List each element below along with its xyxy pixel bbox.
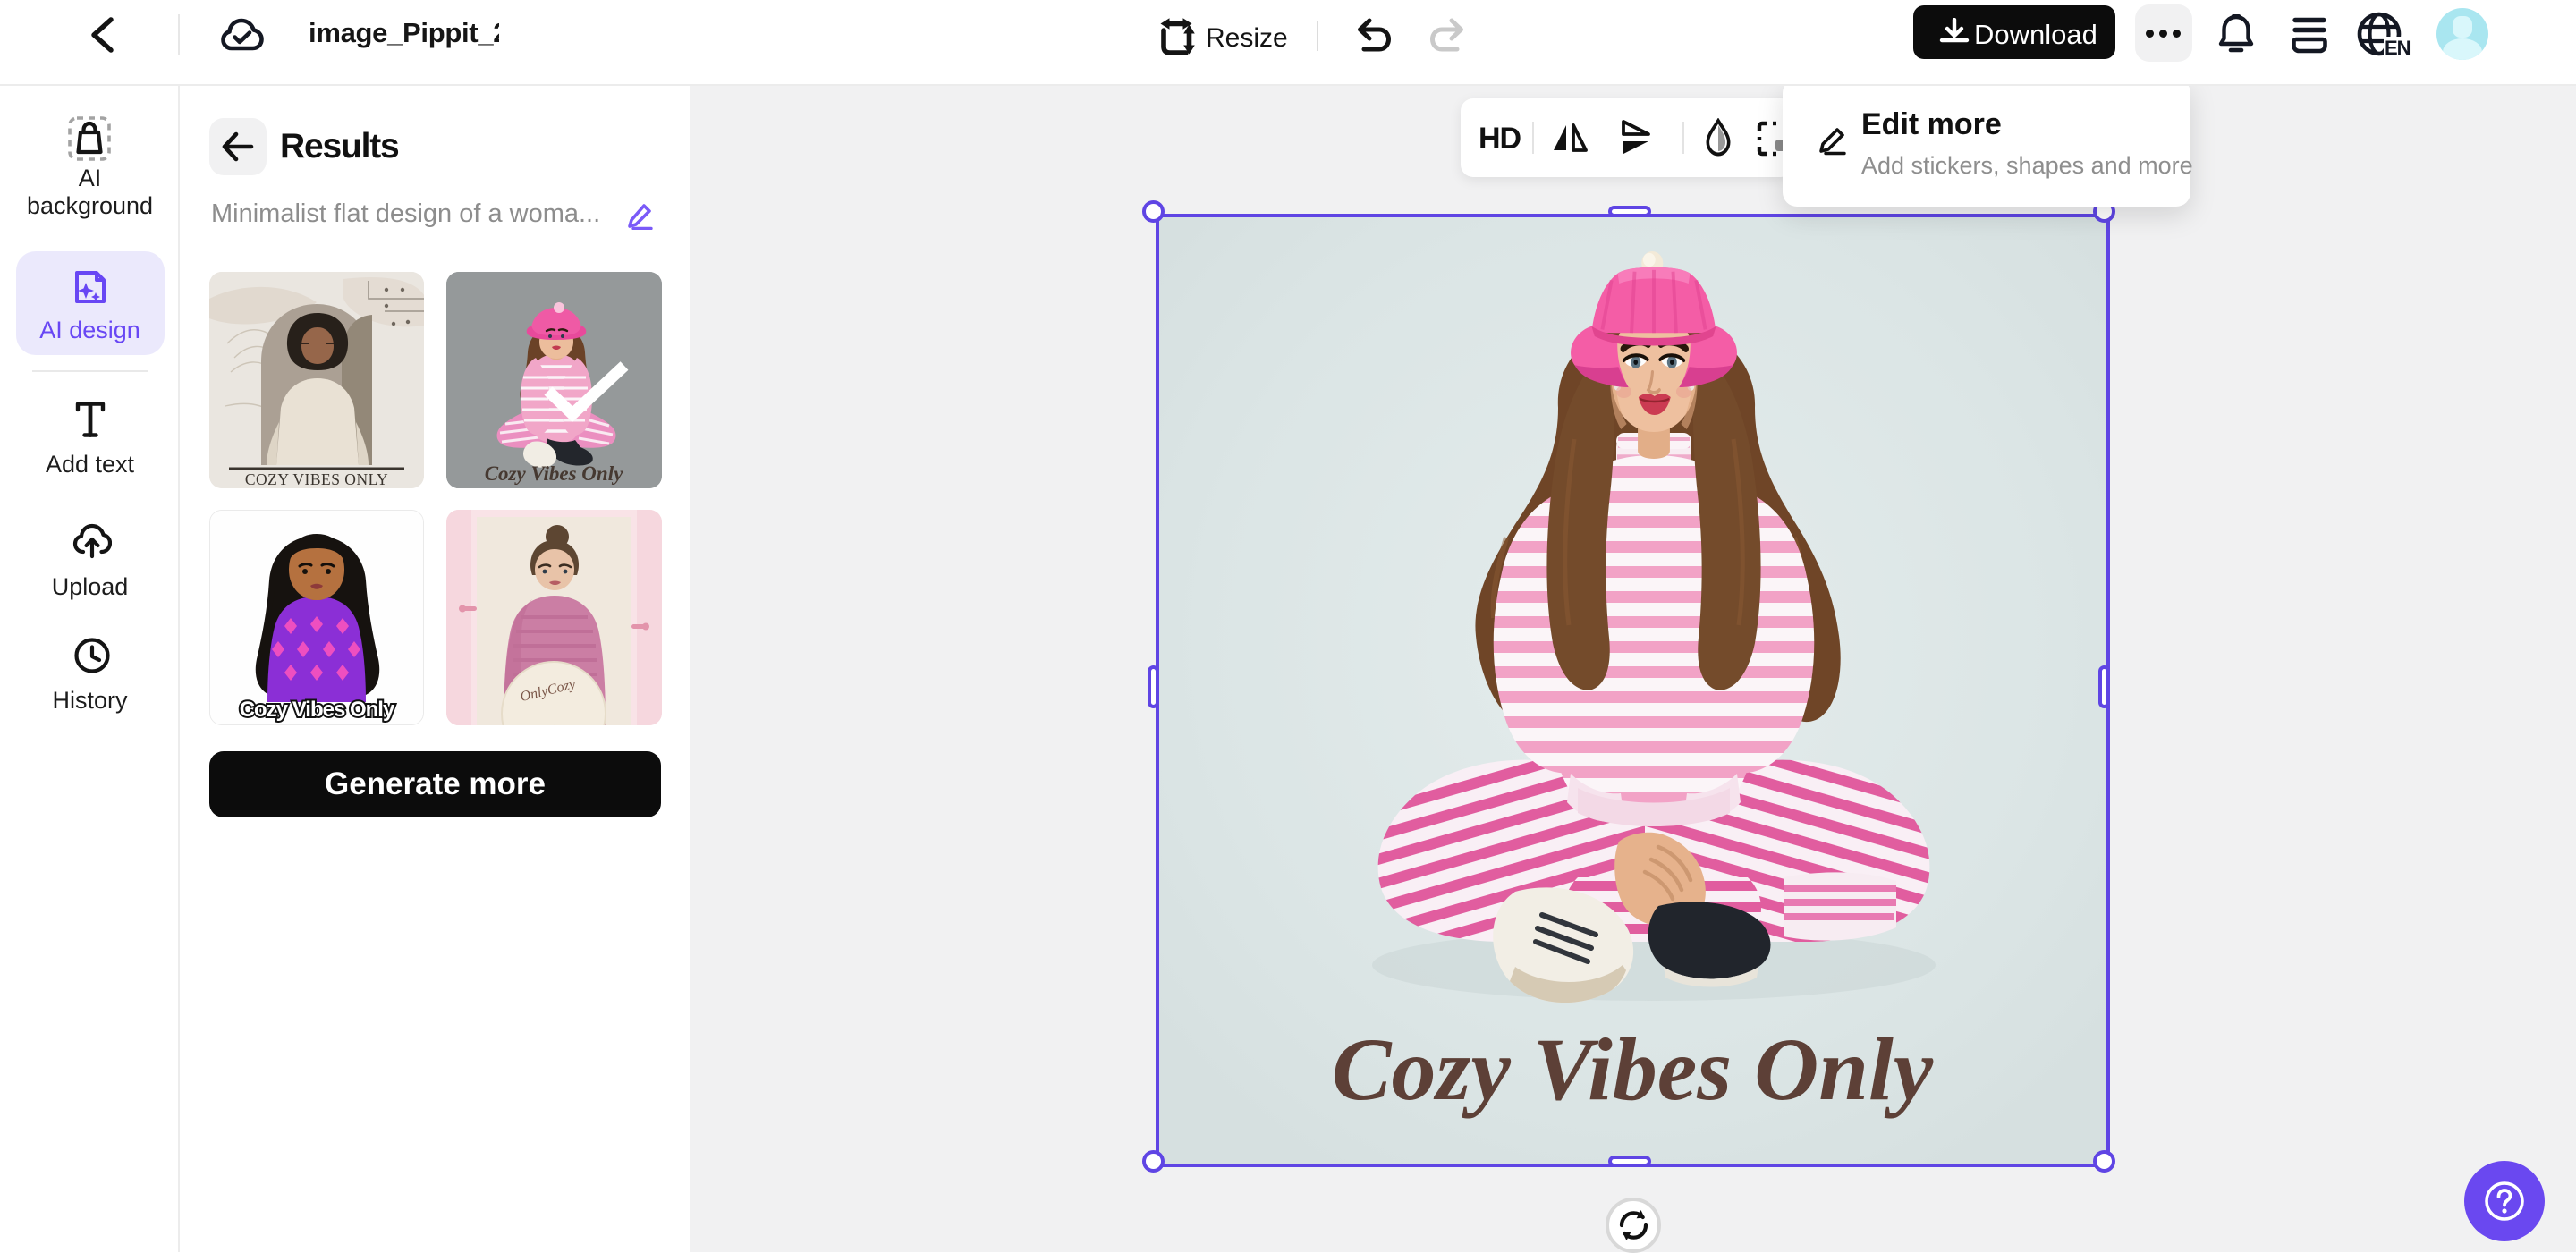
- svg-text:Cozy Vibes Only: Cozy Vibes Only: [240, 698, 395, 722]
- svg-text:COZY VIBES ONLY: COZY VIBES ONLY: [245, 470, 388, 488]
- svg-text:Cozy Vibes Only: Cozy Vibes Only: [485, 462, 623, 485]
